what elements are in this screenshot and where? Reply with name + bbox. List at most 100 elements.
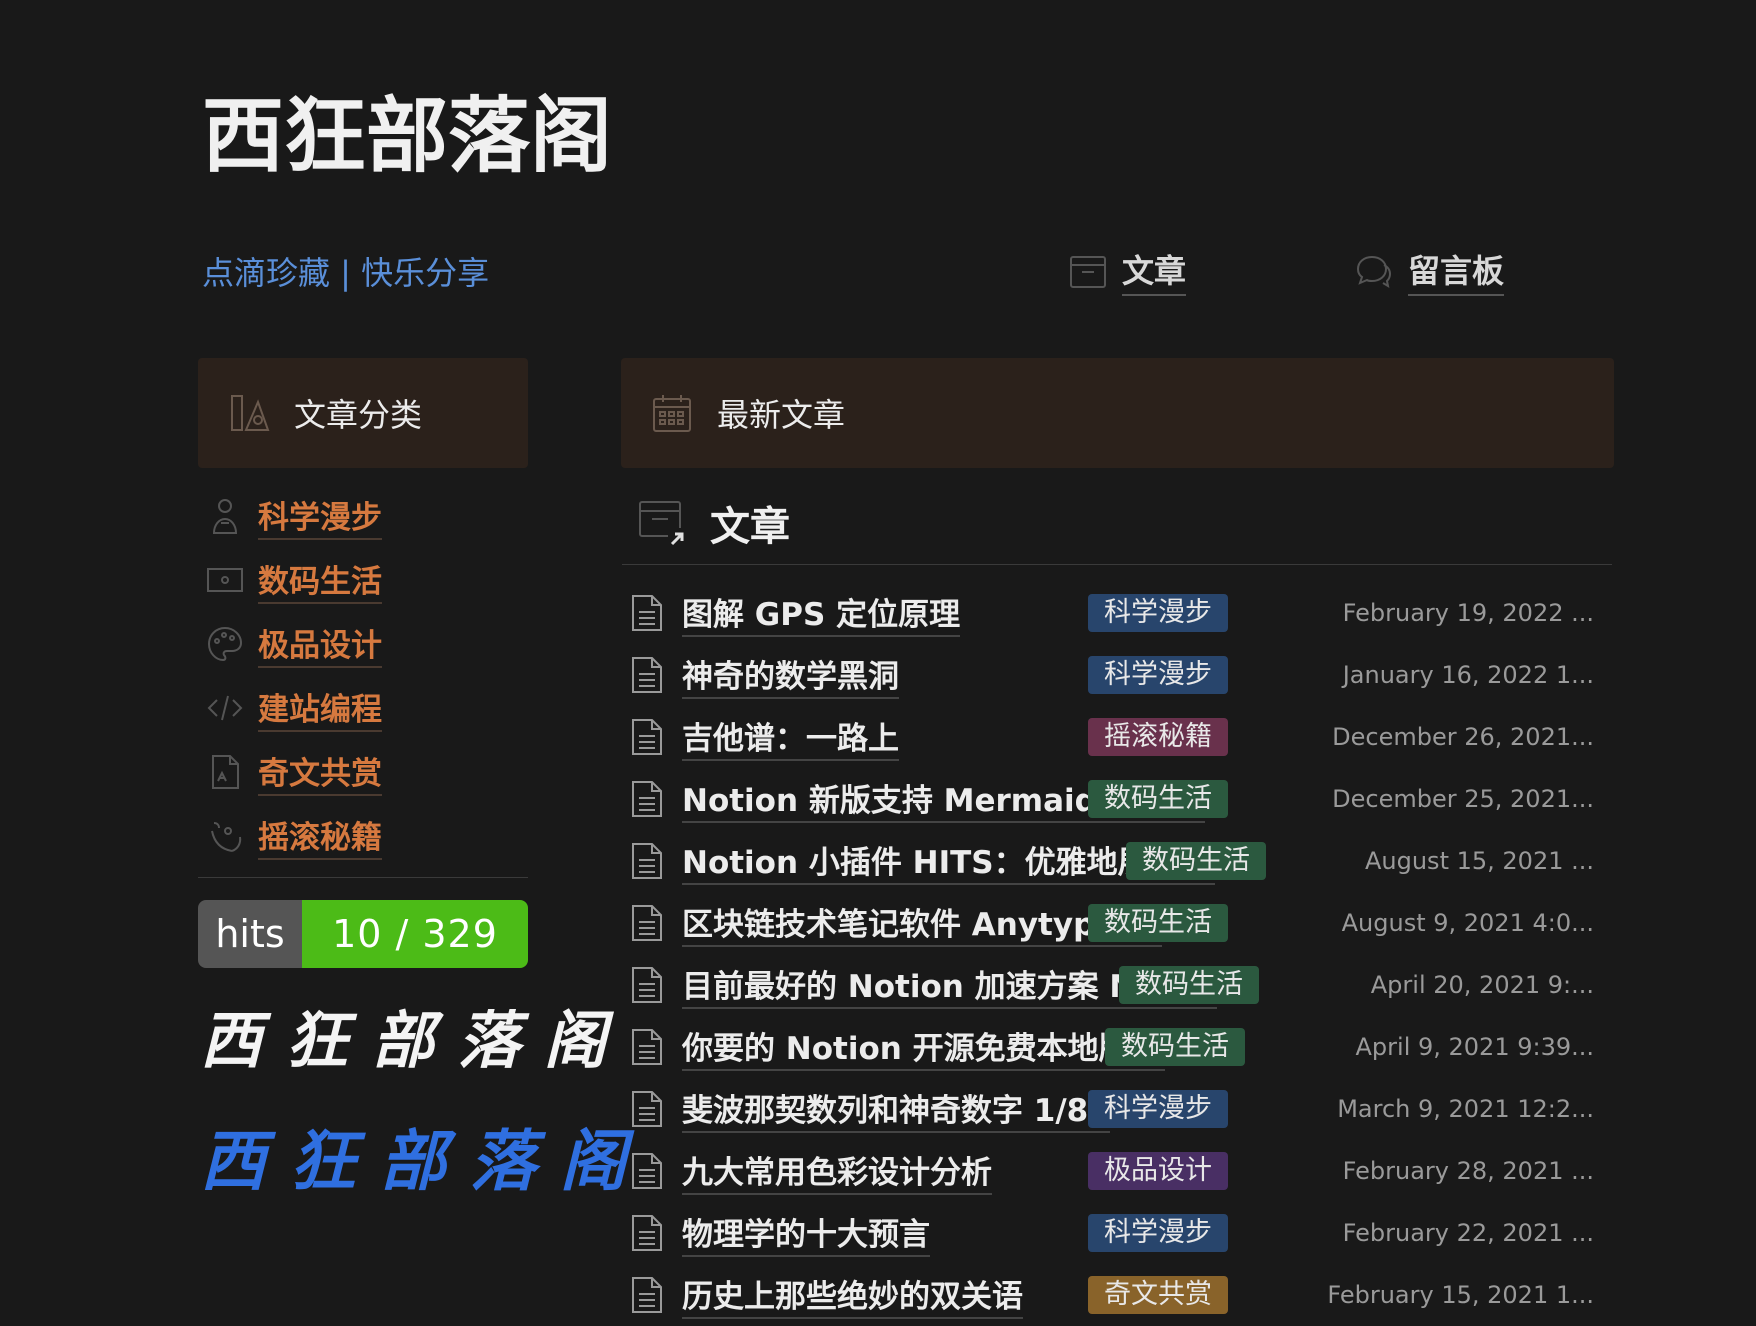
page-icon — [632, 1153, 662, 1189]
article-row[interactable]: 目前最好的 Notion 加速方案 Noti... 数码生活 April 20, 2… — [622, 954, 1612, 1016]
page-icon — [632, 595, 662, 631]
hits-label: hits — [198, 900, 302, 968]
latest-panel-header: 最新文章 — [621, 358, 1614, 468]
article-date: December 25, 2021... — [1332, 785, 1594, 813]
article-row[interactable]: 区块链技术笔记软件 Anytype ... 数码生活 August 9, 2021 … — [622, 892, 1612, 954]
category-list: 科学漫步 数码生活 极品设计 建站编程 奇文共赏 摇滚秘籍 — [206, 484, 530, 868]
article-category-tag: 科学漫步 — [1088, 1214, 1228, 1252]
article-row[interactable]: 图解 GPS 定位原理 科学漫步 February 19, 2022 ... — [622, 582, 1612, 644]
category-item-label: 建站编程 — [258, 684, 382, 732]
article-date: January 16, 2022 1... — [1342, 661, 1594, 689]
drafting-icon — [231, 395, 270, 431]
article-category-tag: 极品设计 — [1088, 1152, 1228, 1190]
article-date: February 19, 2022 ... — [1342, 599, 1594, 627]
document-icon — [212, 755, 239, 789]
hits-value: 10 / 329 — [302, 900, 528, 968]
page-icon — [632, 657, 662, 693]
article-title[interactable]: 吉他谱：一路上 — [682, 713, 899, 761]
article-title[interactable]: 你要的 Notion 开源免费本地版... — [682, 1023, 1165, 1071]
article-row[interactable]: 九大常用色彩设计分析 极品设计 February 28, 2021 ... — [622, 1140, 1612, 1202]
music-icon — [211, 822, 242, 852]
article-row[interactable]: 吉他谱：一路上 摇滚秘籍 December 26, 2021... — [622, 706, 1612, 768]
code-icon — [207, 695, 243, 721]
hits-badge: hits 10 / 329 — [198, 900, 528, 968]
page-icon — [632, 843, 662, 879]
article-row[interactable]: 斐波那契数列和神奇数字 1/89 科学漫步 March 9, 2021 12:2..… — [622, 1078, 1612, 1140]
scientist-icon — [212, 499, 238, 534]
article-date: August 15, 2021 ... — [1364, 847, 1594, 875]
page-icon — [632, 905, 662, 941]
nav-link-label: 文章 — [1122, 246, 1187, 296]
article-category-tag: 数码生活 — [1088, 780, 1228, 818]
nav-link-guestbook[interactable]: 留言板 — [1354, 246, 1505, 296]
article-row[interactable]: 你要的 Notion 开源免费本地版... 数码生活 April 9, 2021 9… — [622, 1016, 1612, 1078]
category-item-coding[interactable]: 建站编程 — [206, 676, 530, 740]
nav-link-articles[interactable]: 文章 — [1068, 246, 1187, 296]
article-date: August 9, 2021 4:0... — [1341, 909, 1594, 937]
chat-icon — [1356, 255, 1392, 289]
page-icon — [632, 719, 662, 755]
category-item-digital[interactable]: 数码生活 — [206, 548, 530, 612]
category-panel-header: 文章分类 — [198, 358, 528, 468]
article-category-tag: 科学漫步 — [1088, 656, 1228, 694]
linked-database-label: 文章 — [710, 504, 790, 550]
category-item-rock[interactable]: 摇滚秘籍 — [206, 804, 530, 868]
category-item-design[interactable]: 极品设计 — [206, 612, 530, 676]
page-icon — [632, 781, 662, 817]
palette-icon — [207, 626, 243, 662]
page-icon — [632, 1091, 662, 1127]
category-item-essays[interactable]: 奇文共赏 — [206, 740, 530, 804]
category-item-label: 奇文共赏 — [258, 748, 382, 796]
article-category-tag: 数码生活 — [1126, 842, 1266, 880]
article-title[interactable]: 图解 GPS 定位原理 — [682, 589, 961, 637]
category-item-label: 极品设计 — [258, 620, 382, 668]
article-title[interactable]: 斐波那契数列和神奇数字 1/89 — [682, 1085, 1110, 1133]
article-category-tag: 科学漫步 — [1088, 594, 1228, 632]
linked-database-title[interactable]: 文章 — [638, 494, 790, 552]
page-icon — [632, 1215, 662, 1251]
article-category-tag: 数码生活 — [1105, 1028, 1245, 1066]
calligraphy-logo-blue: 西狂部落阁 — [200, 1122, 650, 1200]
archive-link-icon — [639, 501, 688, 548]
category-item-label: 数码生活 — [258, 556, 382, 604]
article-title[interactable]: 物理学的十大预言 — [682, 1209, 930, 1257]
article-row[interactable]: Notion 小插件 HITS：优雅地展现... 数码生活 August 15, 2… — [622, 830, 1612, 892]
article-date: April 9, 2021 9:39... — [1355, 1033, 1595, 1061]
laptop-icon — [207, 568, 243, 592]
article-row[interactable]: Notion 新版支持 Mermaid 多种... 数码生活 December 25… — [622, 768, 1612, 830]
article-category-tag: 摇滚秘籍 — [1088, 718, 1228, 756]
article-title[interactable]: 神奇的数学黑洞 — [682, 651, 899, 699]
page-icon — [632, 967, 662, 1003]
article-category-tag: 科学漫步 — [1088, 1090, 1228, 1128]
latest-panel-title: 最新文章 — [717, 396, 846, 434]
article-category-tag: 数码生活 — [1088, 904, 1228, 942]
database-divider — [622, 564, 1612, 565]
calligraphy-logo-white: 西狂部落阁 — [200, 1004, 631, 1077]
nav-link-label: 留言板 — [1408, 246, 1505, 296]
article-date: February 28, 2021 ... — [1342, 1157, 1594, 1185]
article-title[interactable]: 九大常用色彩设计分析 — [682, 1147, 992, 1195]
calendar-icon — [653, 395, 691, 432]
article-date: February 22, 2021 ... — [1342, 1219, 1594, 1247]
archive-icon — [1070, 256, 1106, 288]
page-icon — [632, 1277, 662, 1313]
category-panel-title: 文章分类 — [294, 396, 423, 434]
article-row[interactable]: 历史上那些绝妙的双关语 奇文共赏 February 15, 2021 1... — [622, 1264, 1612, 1326]
article-row[interactable]: 神奇的数学黑洞 科学漫步 January 16, 2022 1... — [622, 644, 1612, 706]
site-title: 西狂部落阁 — [202, 89, 613, 184]
article-row[interactable]: 物理学的十大预言 科学漫步 February 22, 2021 ... — [622, 1202, 1612, 1264]
category-item-label: 摇滚秘籍 — [258, 812, 382, 860]
article-title[interactable]: 历史上那些绝妙的双关语 — [682, 1271, 1023, 1319]
article-date: April 20, 2021 9:... — [1370, 971, 1594, 999]
category-item-science[interactable]: 科学漫步 — [206, 484, 530, 548]
sidebar-divider — [198, 877, 528, 878]
article-date: March 9, 2021 12:2... — [1337, 1095, 1594, 1123]
site-slogan: 点滴珍藏 | 快乐分享 — [202, 254, 490, 292]
article-category-tag: 奇文共赏 — [1088, 1276, 1228, 1314]
category-item-label: 科学漫步 — [258, 492, 382, 540]
article-date: December 26, 2021... — [1332, 723, 1594, 751]
article-list: 图解 GPS 定位原理 科学漫步 February 19, 2022 ... 神奇的数… — [622, 582, 1612, 1326]
page-icon — [632, 1029, 662, 1065]
article-category-tag: 数码生活 — [1119, 966, 1259, 1004]
article-date: February 15, 2021 1... — [1327, 1281, 1594, 1309]
